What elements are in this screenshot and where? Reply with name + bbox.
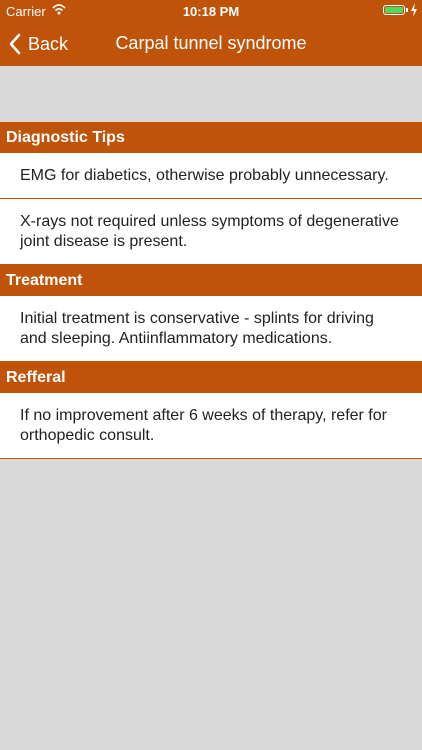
battery-icon	[383, 5, 405, 15]
status-time: 10:18 PM	[182, 4, 240, 19]
list-item: Initial treatment is conservative - spli…	[0, 296, 422, 362]
section-header-referral: Refferal	[0, 362, 422, 393]
list-item: EMG for diabetics, otherwise probably un…	[0, 153, 422, 199]
battery-tip	[406, 8, 408, 12]
battery-level	[385, 7, 403, 13]
top-bar: Carrier 10:18 PM Back Carpal tunnel synd…	[0, 0, 422, 66]
page-title: Carpal tunnel syndrome	[115, 33, 307, 53]
navigation-bar: Back Carpal tunnel syndrome	[0, 22, 422, 66]
section-header-treatment: Treatment	[0, 265, 422, 296]
section-header-diagnostic-tips: Diagnostic Tips	[0, 122, 422, 153]
content-list: Diagnostic Tips EMG for diabetics, other…	[0, 122, 422, 459]
charging-bolt-icon	[411, 3, 417, 17]
list-item: If no improvement after 6 weeks of thera…	[0, 393, 422, 459]
status-bar: Carrier 10:18 PM	[0, 0, 422, 22]
list-item: X-rays not required unless symptoms of d…	[0, 199, 422, 265]
